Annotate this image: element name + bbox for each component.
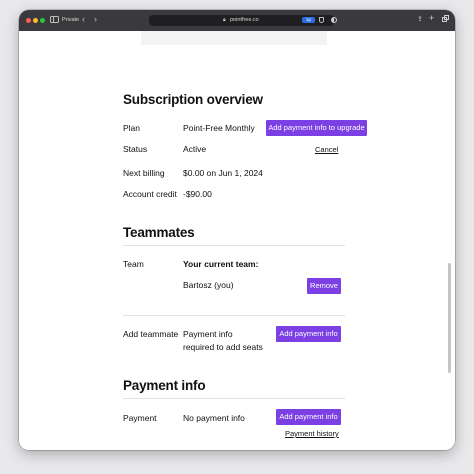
shield-icon[interactable] (319, 17, 324, 23)
payment-history-link[interactable]: Payment history (285, 429, 339, 438)
sidebar-toggle-icon[interactable] (50, 16, 59, 23)
plan-label: Plan (123, 123, 141, 133)
team-label: Team (123, 259, 144, 269)
status-label: Status (123, 144, 148, 154)
new-tab-icon[interactable]: + (429, 13, 434, 23)
account-credit-value: -$90.00 (183, 189, 212, 199)
header-placeholder (141, 31, 327, 45)
add-teammate-label: Add teammate (123, 329, 179, 339)
payment-value: No payment info (183, 413, 245, 423)
add-payment-info-button[interactable]: Add payment info (276, 409, 341, 425)
page-scrollbar[interactable] (448, 263, 451, 373)
theme-toggle-icon[interactable] (331, 17, 337, 23)
lock-icon: 🔒︎ (223, 17, 226, 23)
private-mode-label: Private (62, 17, 80, 23)
team-header: Your current team: (183, 259, 259, 269)
add-teammate-note-line1: Payment info (183, 329, 233, 339)
password-extension-icon[interactable]: 1p (302, 17, 315, 23)
team-member-name: Bartosz (you) (183, 280, 234, 290)
address-bar[interactable]: 🔒︎ pointfree.co 1p (149, 15, 334, 26)
plan-value: Point-Free Monthly (183, 123, 255, 133)
tab-overview-icon[interactable] (442, 15, 449, 22)
browser-titlebar: Private ‹ › 🔒︎ pointfree.co 1p ⇪ + (19, 10, 455, 31)
team-divider (123, 315, 345, 316)
subscription-heading: Subscription overview (123, 92, 263, 107)
page-content: Subscription overview Plan Point-Free Mo… (19, 31, 455, 450)
close-window-button[interactable] (26, 18, 31, 23)
forward-arrow-icon[interactable]: › (94, 14, 97, 24)
upgrade-button[interactable]: Add payment info to upgrade (266, 120, 367, 136)
teammates-divider (123, 245, 345, 246)
back-arrow-icon[interactable]: ‹ (82, 14, 85, 24)
payment-label: Payment (123, 413, 157, 423)
payment-heading: Payment info (123, 378, 206, 393)
account-credit-label: Account credit (123, 189, 177, 199)
remove-member-button[interactable]: Remove (307, 278, 341, 294)
payment-divider (123, 398, 345, 399)
url-text: pointfree.co (230, 17, 259, 23)
minimize-window-button[interactable] (33, 18, 38, 23)
share-icon[interactable]: ⇪ (417, 15, 423, 23)
status-value: Active (183, 144, 207, 154)
add-teammate-payment-button[interactable]: Add payment info (276, 326, 341, 342)
zoom-window-button[interactable] (40, 18, 45, 23)
add-teammate-note-line2: required to add seats (183, 342, 263, 352)
next-billing-label: Next billing (123, 168, 165, 178)
cancel-link[interactable]: Cancel (315, 145, 338, 154)
next-billing-value: $0.00 on Jun 1, 2024 (183, 168, 263, 178)
teammates-heading: Teammates (123, 225, 195, 240)
browser-window: Private ‹ › 🔒︎ pointfree.co 1p ⇪ + Subsc… (19, 10, 455, 450)
